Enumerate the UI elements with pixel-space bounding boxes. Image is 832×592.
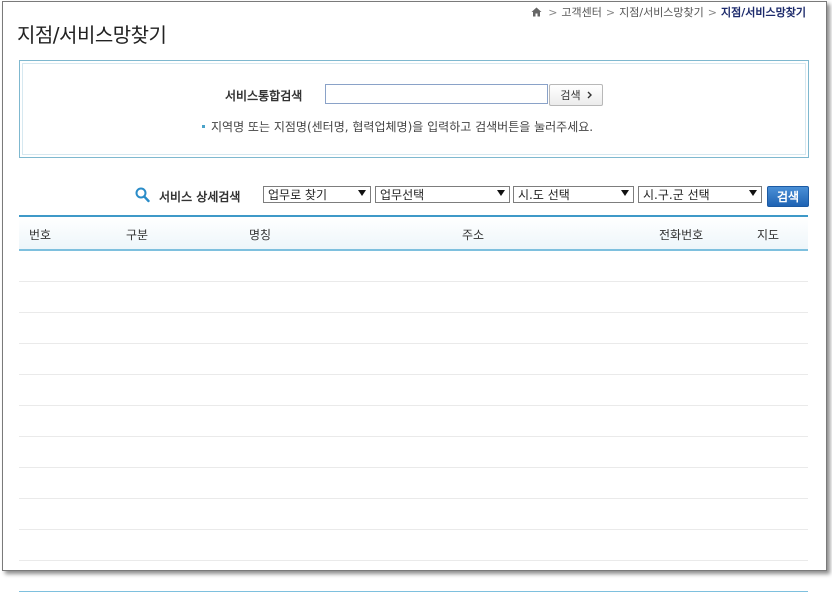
home-icon[interactable] (531, 7, 542, 17)
breadcrumb-separator-icon: > (707, 5, 718, 19)
bullet-icon (202, 125, 205, 128)
breadcrumb-separator-icon: > (605, 5, 616, 19)
table-row (19, 344, 808, 375)
table-row (19, 437, 808, 468)
integrated-search-hint-text: 지역명 또는 지점명(센터명, 협력업체명)을 입력하고 검색버튼을 눌러주세요… (211, 120, 594, 134)
integrated-search-panel: 서비스통합검색 검색 지역명 또는 지점명(센터명, 협력업체명)을 입력하고 … (19, 60, 809, 158)
breadcrumb-item-customer-center[interactable]: 고객센터 (561, 4, 601, 20)
table-row (19, 530, 808, 561)
integrated-search-hint: 지역명 또는 지점명(센터명, 협력업체명)을 입력하고 검색버튼을 눌러주세요… (202, 118, 593, 135)
dropdown-arrow-icon (497, 190, 505, 196)
integrated-search-label: 서비스통합검색 (225, 89, 303, 103)
city-select-value: 시.도 선택 (518, 188, 570, 202)
task-select-value: 업무선택 (380, 188, 425, 202)
column-header-category: 구분 (126, 228, 149, 242)
breadcrumb-current: 지점/서비스망찾기 (721, 6, 806, 19)
chevron-right-icon (587, 89, 592, 102)
detail-search-label: 서비스 상세검색 (159, 190, 241, 204)
table-row (19, 406, 808, 437)
detail-search-button[interactable]: 검색 (767, 186, 809, 207)
table-header: 번호 구분 명칭 주소 전화번호 지도 (19, 215, 808, 251)
column-header-address: 주소 (462, 228, 485, 242)
table-row (19, 375, 808, 406)
table-row (19, 282, 808, 313)
magnifier-icon (135, 187, 150, 207)
district-select[interactable]: 시.구.군 선택 (638, 186, 762, 203)
table-row (19, 468, 808, 499)
dropdown-arrow-icon (749, 190, 757, 196)
detail-search-bar: 서비스 상세검색 업무로 찾기 업무선택 시.도 선택 시.구.군 선택 검색 (3, 184, 826, 208)
column-header-phone: 전화번호 (659, 228, 704, 242)
breadcrumb-item-branch[interactable]: 지점/서비스망찾기 (619, 4, 704, 20)
column-header-name: 명칭 (249, 228, 272, 242)
results-table: 번호 구분 명칭 주소 전화번호 지도 (19, 215, 808, 592)
dropdown-arrow-icon (358, 190, 366, 196)
table-row (19, 499, 808, 530)
city-select[interactable]: 시.도 선택 (513, 186, 634, 203)
integrated-search-button-label: 검색 (560, 89, 581, 102)
column-header-map: 지도 (757, 228, 780, 242)
integrated-search-button[interactable]: 검색 (549, 84, 603, 106)
breadcrumb-separator-icon: > (548, 5, 558, 19)
window-frame: > 고객센터 > 지점/서비스망찾기 > 지점/서비스망찾기 지점/서비스망찾기… (2, 1, 827, 592)
district-select-value: 시.구.군 선택 (643, 188, 710, 202)
integrated-search-inner (22, 63, 806, 155)
breadcrumb: > 고객센터 > 지점/서비스망찾기 > 지점/서비스망찾기 (531, 4, 806, 20)
table-row (19, 251, 808, 282)
search-mode-select-value: 업무로 찾기 (268, 188, 328, 202)
integrated-search-input[interactable] (325, 84, 548, 104)
task-select[interactable]: 업무선택 (375, 186, 510, 203)
page-title: 지점/서비스망찾기 (17, 23, 167, 47)
dropdown-arrow-icon (621, 190, 629, 196)
search-mode-select[interactable]: 업무로 찾기 (263, 186, 371, 203)
table-row (19, 313, 808, 344)
column-header-number: 번호 (29, 228, 52, 242)
